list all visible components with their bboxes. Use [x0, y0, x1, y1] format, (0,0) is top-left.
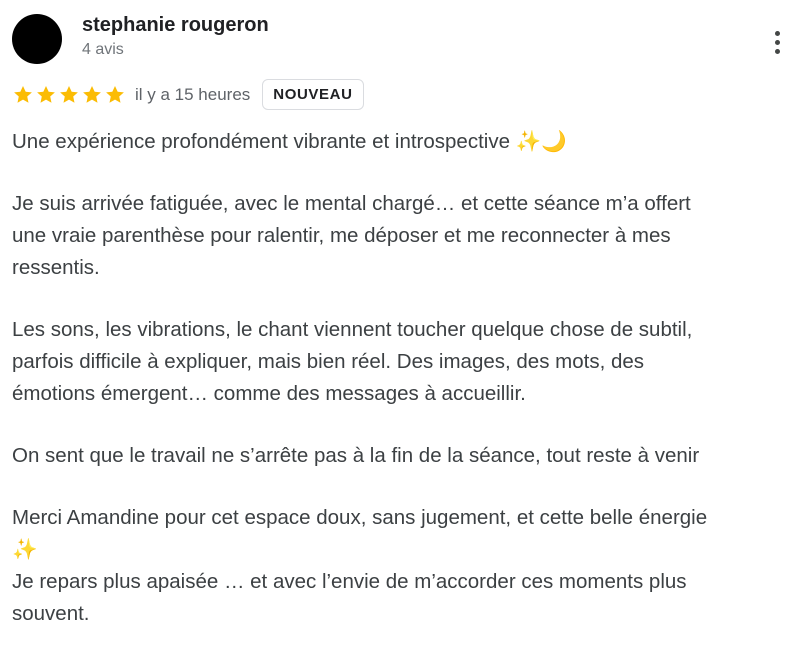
- review-paragraph-4: On sent que le travail ne s’arrête pas à…: [12, 440, 790, 472]
- review-line: parfois difficile à expliquer, mais bien…: [12, 350, 645, 373]
- star-icon: [106, 85, 124, 103]
- more-dot-1: [774, 30, 780, 36]
- rating-row: il y a 15 heures NOUVEAU: [12, 78, 364, 111]
- more-vert-icon[interactable]: [765, 22, 789, 62]
- review-time: il y a 15 heures: [135, 84, 251, 104]
- reviewer-review-count: 4 avis: [82, 41, 124, 58]
- review-line: Je repars plus apaisée … et avec l’envie…: [12, 570, 687, 593]
- star-rating: [12, 84, 126, 106]
- review-text: Une expérience profondément vibrante et …: [12, 126, 790, 630]
- sparkles-emoji: ✨: [515, 130, 542, 153]
- review-paragraph-5: Merci Amandine pour cet espace doux, san…: [12, 502, 790, 630]
- review-line: Les sons, les vibrations, le chant vienn…: [12, 318, 693, 341]
- avatar[interactable]: [12, 14, 62, 64]
- review-line: émotions émergent… comme des messages à …: [12, 382, 526, 405]
- review-line: ressentis.: [12, 256, 100, 279]
- more-dot-3: [774, 48, 780, 54]
- review-line: On sent que le travail ne s’arrête pas à…: [12, 444, 700, 467]
- star-icon: [60, 85, 78, 103]
- review-header: stephanie rougeron 4 avis: [0, 0, 798, 76]
- more-dot-2: [774, 39, 780, 45]
- review-line: une vraie parenthèse pour ralentir, me d…: [12, 224, 671, 247]
- review-paragraph-1: Une expérience profondément vibrante et …: [12, 126, 790, 158]
- review-paragraph-3: Les sons, les vibrations, le chant vienn…: [12, 314, 790, 410]
- star-icon: [83, 85, 101, 103]
- sparkles-emoji: ✨: [12, 538, 38, 561]
- review-line: souvent.: [12, 602, 90, 625]
- crescent-moon-emoji: 🌙: [541, 130, 567, 153]
- review-line: Je suis arrivée fatiguée, avec le mental…: [12, 192, 691, 215]
- star-icon: [37, 85, 55, 103]
- star-icon: [14, 85, 32, 103]
- new-badge: NOUVEAU: [262, 79, 364, 110]
- review-line: Merci Amandine pour cet espace doux, san…: [12, 506, 708, 529]
- reviewer-name[interactable]: stephanie rougeron: [82, 14, 269, 37]
- review-text-segment: Une expérience profondément vibrante et …: [12, 130, 516, 153]
- review-paragraph-2: Je suis arrivée fatiguée, avec le mental…: [12, 188, 790, 284]
- review-line: Une expérience profondément vibrante et …: [12, 126, 790, 158]
